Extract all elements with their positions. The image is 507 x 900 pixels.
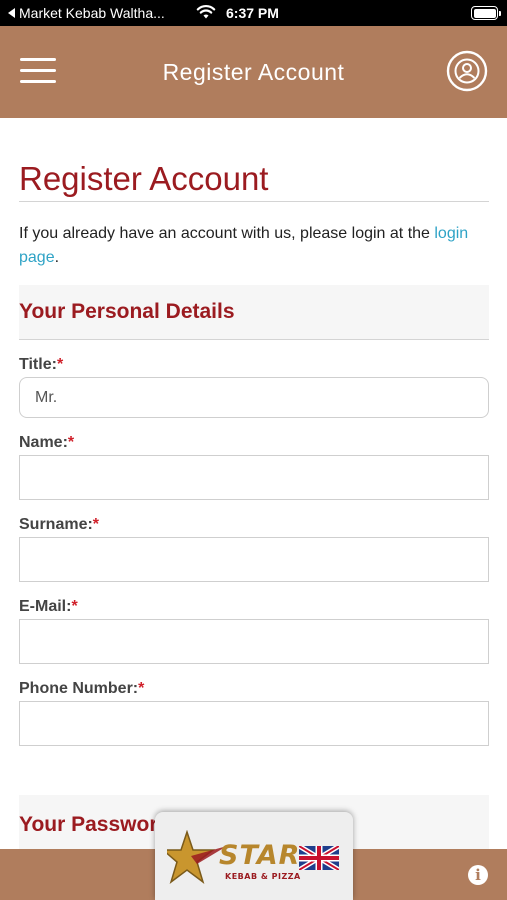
page-title: Register Account (19, 160, 269, 197)
title-label: Title:* (19, 356, 64, 373)
restaurant-logo[interactable]: STAR KEBAB & PIZZA (155, 812, 353, 900)
user-circle-icon[interactable] (446, 50, 488, 92)
personal-details-heading: Your Personal Details (19, 300, 235, 323)
clock: 6:37 PM (226, 5, 279, 21)
status-bar: Market Kebab Waltha... 6:37 PM (0, 0, 507, 26)
app-header: Register Account (0, 26, 507, 118)
email-input[interactable] (19, 619, 489, 664)
name-label: Name:* (19, 434, 75, 451)
wifi-icon (196, 5, 216, 19)
back-app-name: Market Kebab Waltha... (19, 5, 165, 21)
password-heading: Your Password (19, 813, 171, 836)
logo-text: STAR (219, 840, 301, 871)
phone-input[interactable] (19, 701, 489, 746)
title-select[interactable]: Mr. (19, 377, 489, 418)
back-arrow-icon (8, 8, 15, 18)
name-input[interactable] (19, 455, 489, 500)
divider (19, 201, 489, 202)
back-to-app-link[interactable]: Market Kebab Waltha... (8, 5, 165, 21)
personal-details-header: Your Personal Details (19, 285, 489, 340)
header-title: Register Account (162, 59, 345, 85)
email-label: E-Mail:* (19, 598, 78, 615)
intro-text: If you already have an account with us, … (19, 225, 469, 266)
union-flag-icon (299, 846, 339, 870)
surname-label: Surname:* (19, 516, 100, 533)
logo-subtitle: KEBAB & PIZZA (225, 872, 301, 881)
info-icon[interactable]: i (468, 865, 488, 885)
battery-icon (471, 6, 501, 20)
phone-label: Phone Number:* (19, 680, 145, 697)
surname-input[interactable] (19, 537, 489, 582)
